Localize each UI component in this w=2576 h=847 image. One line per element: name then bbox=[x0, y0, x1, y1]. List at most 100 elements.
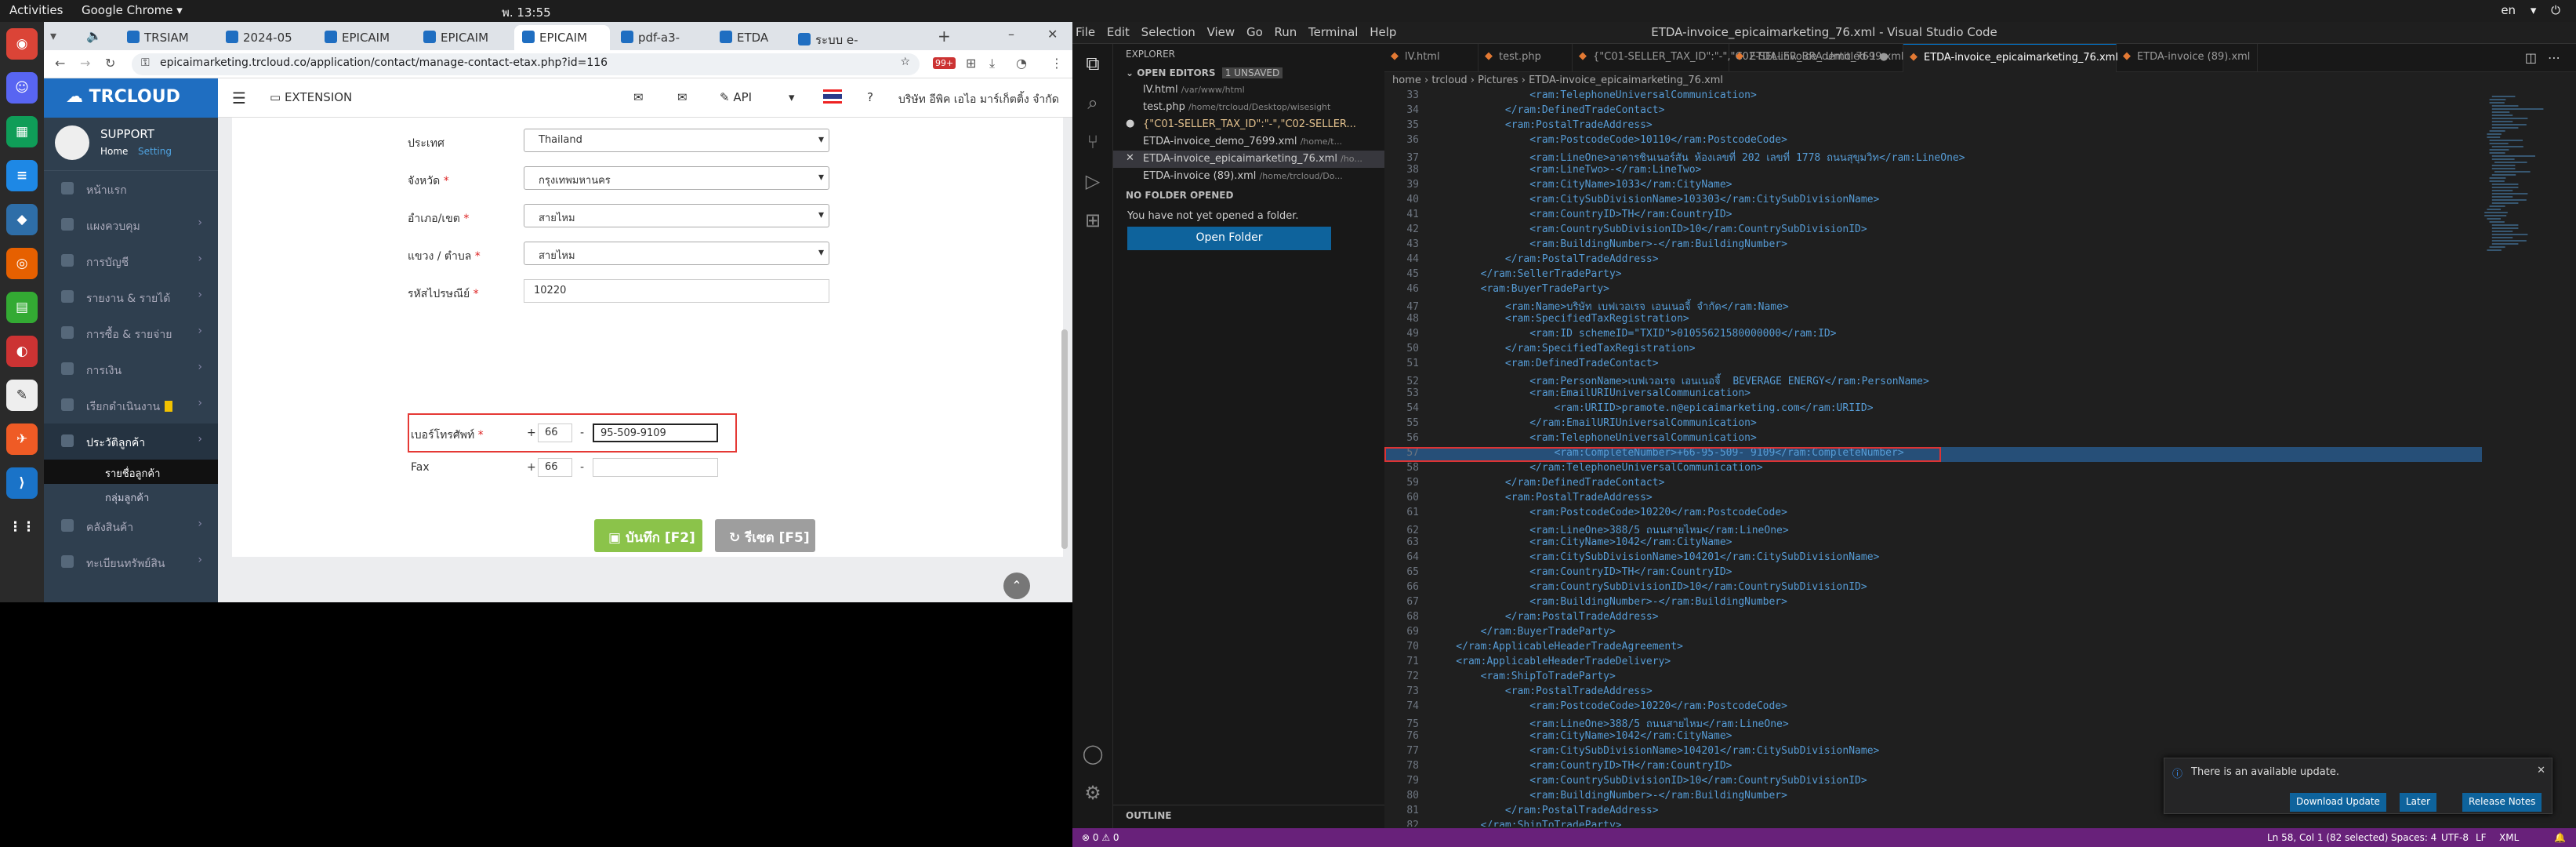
browser-tab[interactable]: ระบบ e- bbox=[790, 25, 886, 50]
open-folder-button[interactable]: Open Folder bbox=[1127, 227, 1331, 250]
editor-tab[interactable]: ◆ ETDA-invoice (89).xml bbox=[2117, 44, 2258, 72]
settings-gear-icon[interactable]: ⚙ bbox=[1072, 773, 1113, 812]
browser-tab[interactable]: 2024-05 bbox=[218, 25, 314, 50]
url-bar[interactable]: ⚿ epicaimarketing.trcloud.co/application/… bbox=[132, 53, 920, 75]
editor-tab[interactable]: ◆ lV.html bbox=[1384, 44, 1478, 72]
editor-tab[interactable]: ◆ ETDA-invoice_demo_7699.xml bbox=[1729, 44, 1904, 72]
company-name[interactable]: บริษัท อีพิค เอไอ มาร์เก็ตติ้ง จำกัด bbox=[898, 91, 1059, 108]
breadcrumb[interactable]: home › trcloud › Pictures › ETDA-invoice… bbox=[1384, 72, 2560, 89]
browser-tab[interactable]: EPICAIM bbox=[514, 25, 610, 50]
sidebar-item[interactable]: ทะเบียนทรัพย์สิน › bbox=[44, 544, 218, 580]
close-icon[interactable]: ✕ bbox=[1126, 152, 1134, 164]
sheets-icon[interactable]: ▦ bbox=[6, 116, 38, 147]
open-editor-item[interactable]: ● {"C01-SELLER_TAX_ID":"-","C02-SELLER... bbox=[1113, 116, 1384, 133]
vscode-icon[interactable]: ⟩ bbox=[6, 467, 38, 499]
modified-dot-icon[interactable]: ● bbox=[1126, 118, 1134, 129]
encoding[interactable]: UTF-8 bbox=[2441, 832, 2469, 843]
cursor-position[interactable]: Ln 58, Col 1 (82 selected) bbox=[2267, 832, 2388, 843]
writer-icon[interactable]: ≡ bbox=[6, 160, 38, 191]
bell-icon[interactable]: 🔔 bbox=[2554, 832, 2566, 843]
forward-icon[interactable]: → bbox=[80, 56, 90, 71]
open-editor-item[interactable]: ETDA-invoice (89).xml /home/trcloud/Do..… bbox=[1113, 168, 1384, 185]
minimize-icon[interactable]: – bbox=[1008, 27, 1014, 42]
close-notification-icon[interactable]: ✕ bbox=[2537, 765, 2545, 776]
sidebar-item[interactable]: การบัญชี › bbox=[44, 243, 218, 279]
run-debug-icon[interactable]: ▷ bbox=[1072, 162, 1113, 201]
sidebar-subitem[interactable]: กลุ่มลูกค้า bbox=[44, 484, 218, 508]
trcloud-logo[interactable]: ☁ TRCLOUD bbox=[44, 78, 218, 118]
later-button[interactable]: Later bbox=[2400, 793, 2437, 812]
sidebar-item[interactable]: รายงาน & รายได้ › bbox=[44, 279, 218, 315]
split-editor-icon[interactable]: ◫ bbox=[2525, 50, 2537, 65]
open-editors-header[interactable]: ⌄ OPEN EDITORS 1 UNSAVED bbox=[1113, 63, 1384, 82]
sidebar-item[interactable]: เรียกดำเนินงาน › bbox=[44, 387, 218, 424]
extension-badge[interactable]: 99+ bbox=[933, 57, 956, 69]
browser-tab[interactable]: EPICAIM bbox=[415, 25, 511, 50]
fax-input[interactable] bbox=[593, 458, 718, 477]
account-icon[interactable]: ◯ bbox=[1072, 734, 1113, 773]
phone-input[interactable]: 95-509-9109 bbox=[593, 424, 718, 442]
app-menu[interactable]: Google Chrome ▾ bbox=[82, 3, 183, 17]
editor-tab[interactable]: ◆ test.php bbox=[1478, 44, 1573, 72]
thai-flag-icon[interactable] bbox=[823, 89, 842, 104]
back-icon[interactable]: ← bbox=[55, 56, 65, 71]
menu-icon[interactable]: ⋮ bbox=[1050, 56, 1063, 71]
help-icon[interactable]: ? bbox=[867, 90, 873, 104]
apps-grid-icon[interactable]: ⋮⋮ bbox=[6, 511, 38, 543]
page-scrollbar[interactable] bbox=[1061, 329, 1068, 549]
screenshot-icon[interactable]: ◐ bbox=[6, 336, 38, 367]
clock[interactable]: พ. 13:55 bbox=[502, 3, 551, 22]
postman-icon[interactable]: ✈ bbox=[6, 424, 38, 455]
new-tab-icon[interactable]: + bbox=[938, 27, 951, 45]
save-button[interactable]: ▣ บันทึก [F2] bbox=[594, 519, 702, 552]
bookmark-star-icon[interactable]: ☆ bbox=[900, 56, 910, 68]
no-folder-header[interactable]: NO FOLDER OPENED bbox=[1113, 185, 1384, 204]
sidebar-item[interactable]: ประวัติลูกค้า › bbox=[44, 424, 218, 460]
calc-icon[interactable]: ▤ bbox=[6, 292, 38, 323]
extension-link[interactable]: ▭ EXTENSION bbox=[270, 90, 352, 104]
audio-icon[interactable]: 🔈 bbox=[86, 28, 102, 43]
explorer-icon[interactable]: ⧉ bbox=[1072, 44, 1113, 83]
close-window-icon[interactable]: ✕ bbox=[1047, 27, 1058, 42]
indentation[interactable]: Spaces: 4 bbox=[2391, 832, 2436, 843]
activities-button[interactable]: Activities bbox=[9, 3, 63, 17]
zip-input[interactable]: 10220 bbox=[524, 279, 829, 303]
discord-icon[interactable]: ☺ bbox=[6, 72, 38, 104]
problems-indicator[interactable]: ⊗ 0 ⚠ 0 bbox=[1082, 832, 1119, 843]
line-ending[interactable]: LF bbox=[2476, 832, 2487, 843]
menu-bar[interactable]: File Edit Selection View Go Run Terminal… bbox=[1076, 25, 1396, 39]
sidebar-subitem[interactable]: รายชื่อลูกค้า bbox=[44, 460, 218, 484]
district-select[interactable]: สายไหม bbox=[524, 204, 829, 227]
editor-tab[interactable]: ◆ {"C01-SELLER_TAX_ID":"-","C02-SELLER_BR… bbox=[1573, 44, 1888, 72]
open-editor-item[interactable]: ETDA-invoice_demo_7699.xml /home/t... bbox=[1113, 133, 1384, 151]
extensions-icon[interactable]: ⊞ bbox=[1072, 201, 1113, 240]
open-editor-item[interactable]: test.php /home/trcloud/Desktop/wisesight bbox=[1113, 99, 1384, 116]
dropdown-icon[interactable]: ▾ bbox=[789, 90, 795, 104]
reload-icon[interactable]: ↻ bbox=[105, 56, 115, 71]
fax-country-code[interactable]: 66 bbox=[538, 458, 572, 477]
tab-search-icon[interactable]: ▾ bbox=[50, 28, 56, 43]
browser-tab[interactable]: TRSIAM bbox=[119, 25, 215, 50]
phone-country-code[interactable]: 66 bbox=[538, 424, 572, 442]
editor-tab[interactable]: ◆ ETDA-invoice_epicaimarketing_76.xml bbox=[1903, 44, 2118, 72]
search-icon[interactable]: ⌕ bbox=[1072, 83, 1113, 122]
code-editor[interactable]: 33 <ram:TelephoneUniversalCommunication>… bbox=[1384, 89, 2482, 827]
chrome-icon[interactable]: ◉ bbox=[6, 28, 38, 60]
reset-button[interactable]: ↻ รีเซต [F5] bbox=[715, 519, 815, 552]
mail-icon[interactable]: ✉ bbox=[677, 90, 688, 104]
sidebar-item[interactable]: แผงควบคุม › bbox=[44, 207, 218, 243]
setting-link[interactable]: Setting bbox=[138, 146, 172, 157]
puzzle-icon[interactable]: ⊞ bbox=[966, 56, 976, 71]
more-actions-icon[interactable]: ⋯ bbox=[2548, 50, 2560, 65]
open-editor-item[interactable]: lV.html /var/www/html bbox=[1113, 82, 1384, 99]
open-editor-item[interactable]: ✕ ETDA-invoice_epicaimarketing_76.xml /ho… bbox=[1113, 151, 1384, 168]
outline-header[interactable]: OUTLINE bbox=[1113, 805, 1384, 823]
country-select[interactable]: Thailand bbox=[524, 129, 829, 152]
browser-tab[interactable]: pdf-a3- bbox=[613, 25, 709, 50]
browser-tab[interactable]: EPICAIM bbox=[317, 25, 412, 50]
app-icon[interactable]: ◆ bbox=[6, 204, 38, 235]
firefox-icon[interactable]: ◎ bbox=[6, 248, 38, 279]
download-update-button[interactable]: Download Update bbox=[2290, 793, 2386, 812]
source-control-icon[interactable]: ⑂ bbox=[1072, 122, 1113, 162]
hamburger-icon[interactable]: ☰ bbox=[232, 89, 246, 107]
